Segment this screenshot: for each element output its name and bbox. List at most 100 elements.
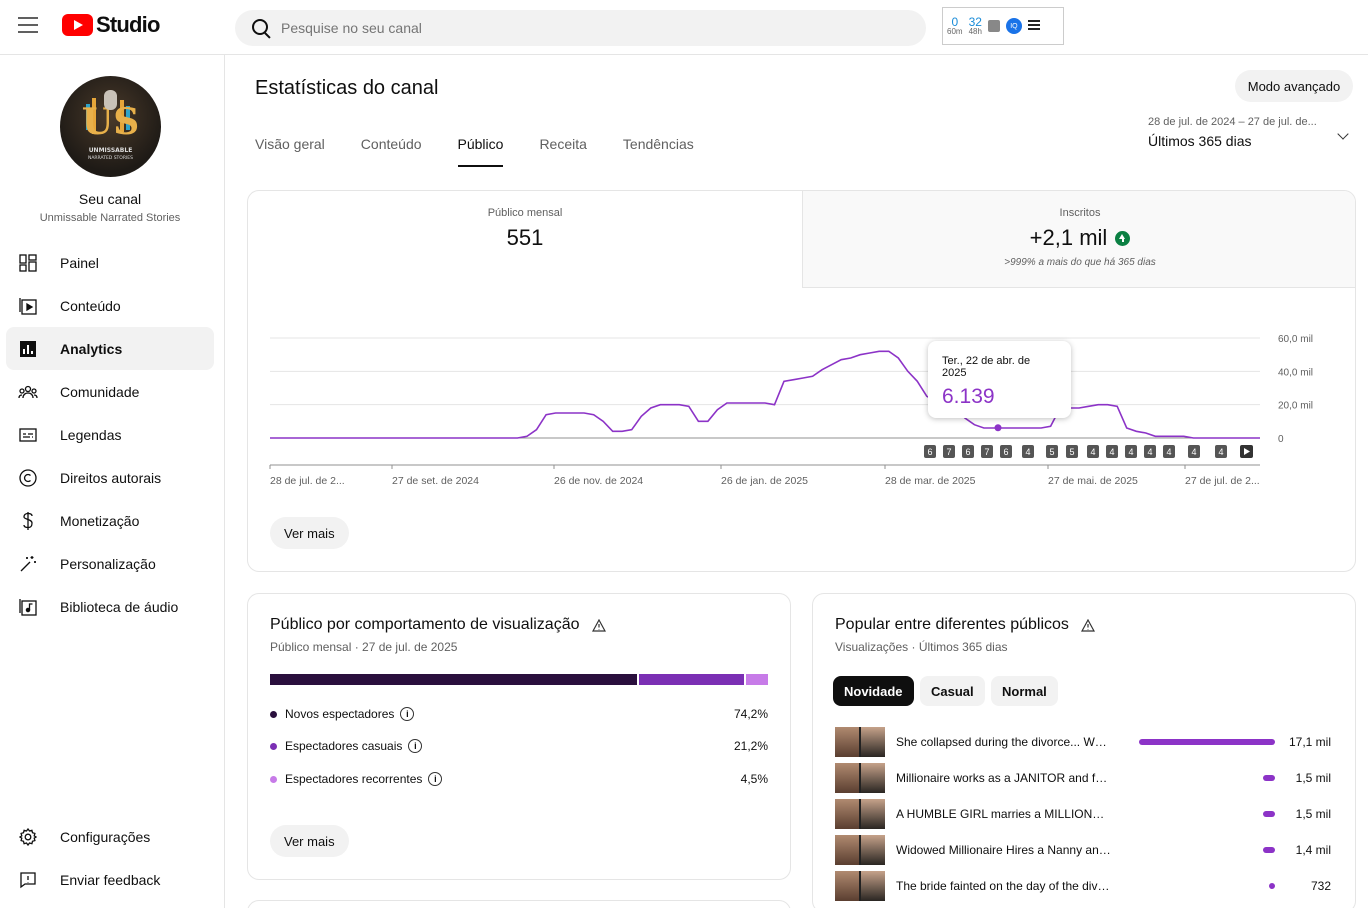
- tab-tendencias[interactable]: Tendências: [623, 136, 694, 167]
- upload-marker-label: 4: [1147, 447, 1152, 457]
- sidebar-item-legendas[interactable]: Legendas: [6, 413, 214, 456]
- stacked-bar-segment[interactable]: [270, 674, 637, 685]
- sidebar-item-feedback[interactable]: Enviar feedback: [6, 858, 214, 901]
- tab-conteudo[interactable]: Conteúdo: [361, 136, 422, 167]
- tab-publico[interactable]: Público: [457, 136, 504, 167]
- date-range-picker[interactable]: 28 de jul. de 2024 – 27 de jul. de... Úl…: [1148, 116, 1353, 149]
- stacked-bar-segment[interactable]: [745, 674, 768, 685]
- video-row[interactable]: The bride fainted on the day of the divo…: [835, 871, 1335, 901]
- tab-visao-geral[interactable]: Visão geral: [255, 136, 325, 167]
- gear-icon: [18, 827, 38, 847]
- upload-marker-label: 4: [1128, 447, 1133, 457]
- metric-monthly-audience[interactable]: Público mensal 551: [248, 191, 802, 288]
- channel-avatar[interactable]: US UNMISSABLE NARRATED STORIES: [60, 76, 161, 177]
- search-bar[interactable]: [235, 10, 926, 46]
- date-range-label: Últimos 365 dias: [1148, 133, 1252, 149]
- sidebar-item-analytics[interactable]: Analytics: [6, 327, 214, 370]
- video-title[interactable]: Millionaire works as a JANITOR and fall.…: [896, 771, 1111, 785]
- sidebar-item-direitos-autorais[interactable]: Direitos autorais: [6, 456, 214, 499]
- copyright-icon: [18, 468, 38, 488]
- extension-menu-icon[interactable]: [1027, 20, 1040, 32]
- stacked-bar-segment[interactable]: [638, 674, 744, 685]
- dashboard-icon: [18, 253, 38, 273]
- upload-marker-label: 6: [965, 447, 970, 457]
- sidebar-item-monetizacao[interactable]: Monetização: [6, 499, 214, 542]
- legend-row-returning: Espectadores recorrentes i 4,5%: [270, 772, 768, 786]
- video-title[interactable]: A HUMBLE GIRL marries a MILLIONAIR...: [896, 807, 1111, 821]
- video-row[interactable]: A HUMBLE GIRL marries a MILLIONAIR... 1,5…: [835, 799, 1335, 829]
- metric-subscribers[interactable]: Inscritos +2,1 mil >999% a mais do que h…: [802, 191, 1355, 288]
- see-more-button[interactable]: Ver mais: [270, 825, 349, 857]
- see-more-button[interactable]: Ver mais: [270, 517, 349, 549]
- y-tick-label: 0: [1278, 434, 1284, 445]
- warning-icon[interactable]: [591, 618, 606, 632]
- x-tick-label: 27 de mai. de 2025: [1048, 475, 1138, 487]
- search-input[interactable]: [281, 20, 881, 36]
- video-row[interactable]: Widowed Millionaire Hires a Nanny and ..…: [835, 835, 1335, 865]
- info-icon[interactable]: i: [408, 739, 423, 753]
- info-icon[interactable]: i: [400, 707, 415, 721]
- upload-marker-label: 6: [927, 447, 932, 457]
- metric-value: 551: [506, 225, 544, 250]
- sidebar-item-label: Painel: [60, 254, 99, 271]
- video-thumbnail[interactable]: [835, 871, 885, 901]
- video-thumbnail[interactable]: [835, 799, 885, 829]
- sidebar-item-label: Personalização: [60, 555, 156, 572]
- video-thumbnail[interactable]: [835, 763, 885, 793]
- chip-normal[interactable]: Normal: [991, 676, 1058, 706]
- video-row[interactable]: She collapsed during the divorce... Wha.…: [835, 727, 1335, 757]
- dollar-icon: [18, 511, 38, 531]
- studio-logo[interactable]: Studio: [62, 12, 160, 38]
- video-title[interactable]: She collapsed during the divorce... Wha.…: [896, 735, 1111, 749]
- menu-icon[interactable]: [18, 17, 38, 33]
- sidebar-item-biblioteca-audio[interactable]: Biblioteca de áudio: [6, 585, 214, 628]
- sidebar-item-personalizacao[interactable]: Personalização: [6, 542, 214, 585]
- x-tick-label: 26 de jan. de 2025: [721, 475, 808, 487]
- video-title[interactable]: Widowed Millionaire Hires a Nanny and ..…: [896, 843, 1111, 857]
- warning-icon[interactable]: [1080, 618, 1095, 632]
- sidebar-item-painel[interactable]: Painel: [6, 241, 214, 284]
- video-title[interactable]: The bride fainted on the day of the divo…: [896, 879, 1111, 893]
- video-row[interactable]: Millionaire works as a JANITOR and fall.…: [835, 763, 1335, 793]
- sidebar-item-conteudo[interactable]: Conteúdo: [6, 284, 214, 327]
- info-icon[interactable]: i: [428, 772, 443, 786]
- chip-casual[interactable]: Casual: [920, 676, 985, 706]
- x-tick-label: 27 de jul. de 2...: [1185, 475, 1260, 487]
- sidebar-item-label: Biblioteca de áudio: [60, 598, 179, 615]
- video-thumbnail[interactable]: [835, 727, 885, 757]
- video-thumbnail[interactable]: [835, 835, 885, 865]
- search-icon[interactable]: [247, 10, 281, 46]
- channel-title: Seu canal: [78, 191, 142, 207]
- line-chart[interactable]: 60,0 mil 40,0 mil 20,0 mil 0 6 7 6 7 6 4 5 5 4 4 4 4 4 4 4…: [248, 311, 1356, 491]
- video-bar: [1269, 883, 1275, 889]
- metric-value: +2,1 mil: [1029, 225, 1108, 250]
- stacked-bar[interactable]: [270, 674, 768, 685]
- video-views: 1,4 mil: [1295, 843, 1331, 857]
- tooltip-value: 6.139: [942, 385, 995, 408]
- video-bar: [1139, 739, 1275, 745]
- logo-text: Studio: [96, 12, 160, 37]
- sidebar-item-configuracoes[interactable]: Configurações: [6, 815, 214, 858]
- legend-dot: [270, 710, 277, 718]
- bar-chart-icon[interactable]: [987, 20, 1000, 32]
- video-bar-track: [1139, 739, 1279, 745]
- extension-badge-icon[interactable]: IQ: [1005, 18, 1022, 34]
- chip-novidade[interactable]: Novidade: [833, 676, 914, 706]
- legend-percent: 4,5%: [740, 772, 768, 786]
- avatar-line1: UNMISSABLE: [89, 147, 133, 154]
- extension-widget[interactable]: 0 60m 32 48h IQ: [942, 7, 1064, 45]
- advanced-mode-button[interactable]: Modo avançado: [1235, 70, 1353, 102]
- legend-row-casual: Espectadores casuais i 21,2%: [270, 739, 768, 753]
- sidebar-item-comunidade[interactable]: Comunidade: [6, 370, 214, 413]
- upload-marker-label: 4: [1090, 447, 1095, 457]
- sidebar-item-label: Direitos autorais: [60, 469, 162, 486]
- video-views: 732: [1310, 879, 1331, 893]
- tab-receita[interactable]: Receita: [539, 136, 586, 167]
- video-bar-track: [1139, 775, 1279, 781]
- feedback-icon: [18, 870, 38, 890]
- legend-dot: [270, 775, 277, 783]
- sidebar-item-label: Conteúdo: [60, 297, 121, 314]
- y-tick-label: 40,0 mil: [1278, 367, 1313, 378]
- legend-label: Novos espectadores: [285, 707, 395, 721]
- overview-card: Público mensal 551 Inscritos +2,1 mil >9…: [247, 190, 1356, 572]
